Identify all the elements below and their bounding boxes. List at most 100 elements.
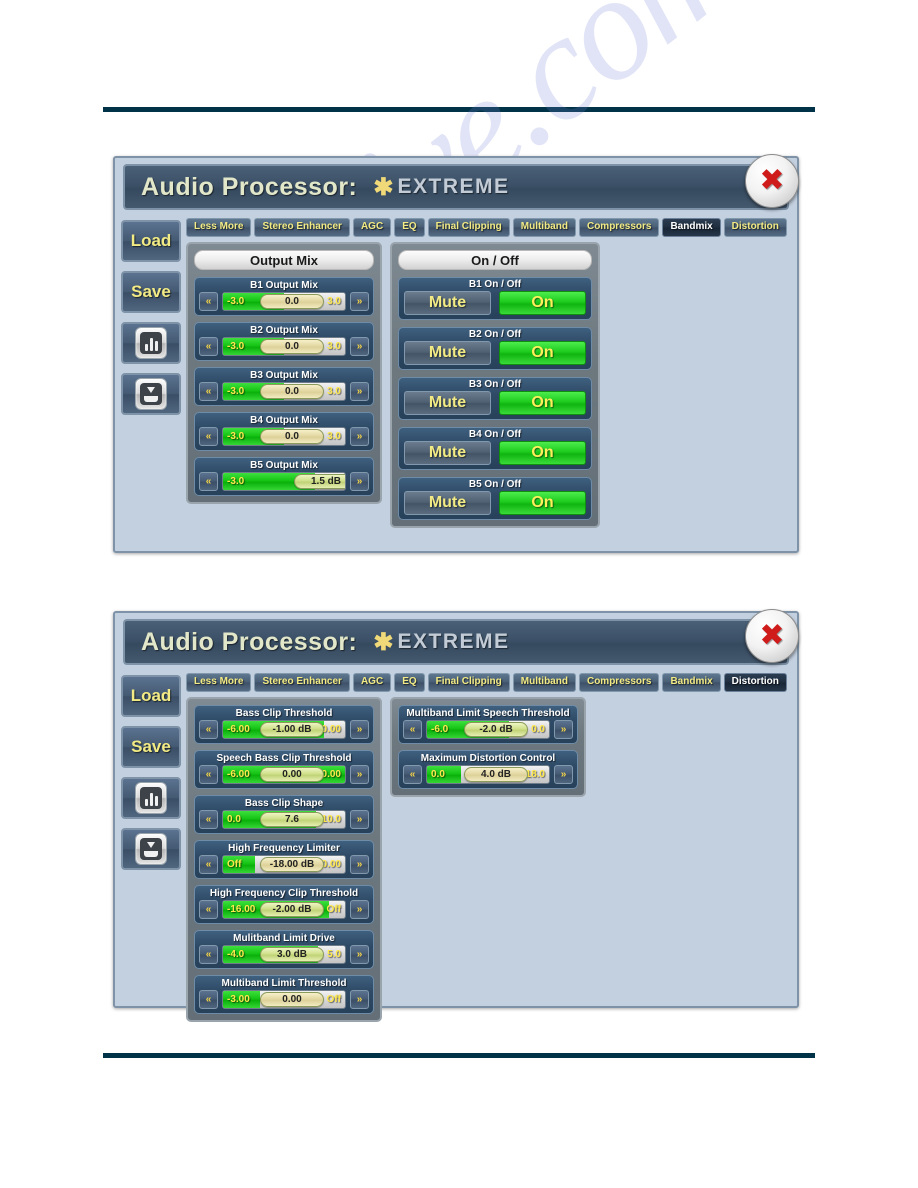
slider-thumb[interactable]: 0.0 — [260, 429, 324, 444]
tab-stereo-enhancer[interactable]: Stereo Enhancer — [254, 673, 350, 692]
slider-thumb[interactable]: 0.00 — [260, 992, 324, 1007]
chart-button[interactable] — [121, 322, 181, 364]
decrement-button[interactable]: « — [199, 765, 218, 784]
on-button[interactable]: On — [499, 291, 586, 315]
mute-button[interactable]: Mute — [404, 341, 491, 365]
export-button[interactable] — [121, 373, 181, 415]
chart-button[interactable] — [121, 777, 181, 819]
slider-thumb[interactable]: 1.5 dB — [294, 474, 345, 489]
increment-button[interactable]: » — [350, 765, 369, 784]
slider-thumb[interactable]: 0.00 — [260, 767, 324, 782]
tab-eq[interactable]: EQ — [394, 673, 425, 692]
decrement-button[interactable]: « — [199, 292, 218, 311]
slider-thumb[interactable]: 0.0 — [260, 294, 324, 309]
tab-compressors[interactable]: Compressors — [578, 673, 660, 692]
on-button[interactable]: On — [499, 341, 586, 365]
tab-bandmix[interactable]: Bandmix — [662, 218, 721, 237]
tab-less-more[interactable]: Less More — [186, 673, 252, 692]
decrement-button[interactable]: « — [199, 900, 218, 919]
decrement-button[interactable]: « — [199, 855, 218, 874]
slider-thumb[interactable]: -2.00 dB — [260, 902, 324, 917]
slider-track[interactable]: 0.0 10.0 7.6 — [222, 810, 346, 829]
save-button[interactable]: Save — [121, 271, 181, 313]
slider-track[interactable]: -6.00 0.00 -1.00 dB — [222, 720, 346, 739]
mute-button[interactable]: Mute — [404, 391, 491, 415]
slider-track[interactable]: -3.0 3.0 0.0 — [222, 382, 346, 401]
tab-compressors[interactable]: Compressors — [578, 218, 660, 237]
slider-track[interactable]: Off 0.00 -18.00 dB — [222, 855, 346, 874]
decrement-button[interactable]: « — [199, 810, 218, 829]
increment-button[interactable]: » — [554, 720, 573, 739]
export-button[interactable] — [121, 828, 181, 870]
tab-bandmix[interactable]: Bandmix — [662, 673, 721, 692]
slider-track[interactable]: -6.0 0.0 -2.0 dB — [426, 720, 550, 739]
slider-track[interactable]: 0.0 18.0 4.0 dB — [426, 765, 550, 784]
tab-less-more[interactable]: Less More — [186, 218, 252, 237]
slider-track[interactable]: -6.00 0.00 0.00 — [222, 765, 346, 784]
tab-final-clipping[interactable]: Final Clipping — [427, 673, 510, 692]
close-button[interactable]: ✖ — [745, 154, 799, 208]
slider-track[interactable]: -3.0 3.0 0.0 — [222, 337, 346, 356]
decrement-button[interactable]: « — [199, 382, 218, 401]
slider-thumb[interactable]: 0.0 — [260, 339, 324, 354]
increment-button[interactable]: » — [350, 472, 369, 491]
mute-button[interactable]: Mute — [404, 291, 491, 315]
slider-track[interactable]: -4.0 5.0 3.0 dB — [222, 945, 346, 964]
increment-button[interactable]: » — [554, 765, 573, 784]
slider-thumb[interactable]: -18.00 dB — [260, 857, 324, 872]
load-button[interactable]: Load — [121, 220, 181, 262]
slider-thumb[interactable]: 3.0 dB — [260, 947, 324, 962]
tab-multiband[interactable]: Multiband — [512, 218, 576, 237]
on-button[interactable]: On — [499, 491, 586, 515]
decrement-button[interactable]: « — [403, 765, 422, 784]
increment-button[interactable]: » — [350, 337, 369, 356]
increment-button[interactable]: » — [350, 720, 369, 739]
increment-button[interactable]: » — [350, 427, 369, 446]
increment-button[interactable]: » — [350, 855, 369, 874]
slider-thumb[interactable]: 0.0 — [260, 384, 324, 399]
increment-button[interactable]: » — [350, 945, 369, 964]
increment-button[interactable]: » — [350, 810, 369, 829]
increment-button[interactable]: » — [350, 900, 369, 919]
slider-track[interactable]: -3.03.01.5 dB — [222, 472, 346, 491]
load-button[interactable]: Load — [121, 675, 181, 717]
increment-button[interactable]: » — [350, 292, 369, 311]
decrement-button[interactable]: « — [199, 337, 218, 356]
decrement-button[interactable]: « — [199, 945, 218, 964]
close-button[interactable]: ✖ — [745, 609, 799, 663]
decrement-button[interactable]: « — [199, 990, 218, 1009]
slider-thumb[interactable]: -1.00 dB — [260, 722, 324, 737]
slider-label: B2 Output Mix — [250, 325, 318, 336]
slider-track[interactable]: -3.0 3.0 0.0 — [222, 427, 346, 446]
save-button[interactable]: Save — [121, 726, 181, 768]
slider-thumb[interactable]: 4.0 dB — [464, 767, 528, 782]
decrement-button[interactable]: « — [199, 472, 218, 491]
tab-final-clipping[interactable]: Final Clipping — [427, 218, 510, 237]
slider-track[interactable]: -16.00 Off -2.00 dB — [222, 900, 346, 919]
tab-distortion[interactable]: Distortion — [723, 673, 787, 692]
decrement-button[interactable]: « — [199, 427, 218, 446]
mute-button[interactable]: Mute — [404, 491, 491, 515]
tab-distortion[interactable]: Distortion — [723, 218, 787, 237]
tab-agc[interactable]: AGC — [352, 218, 392, 237]
decrement-button[interactable]: « — [199, 720, 218, 739]
tab-agc[interactable]: AGC — [352, 673, 392, 692]
on-button[interactable]: On — [499, 391, 586, 415]
onoff-label: B1 On / Off — [468, 279, 522, 290]
tab-stereo-enhancer[interactable]: Stereo Enhancer — [254, 218, 350, 237]
sidebar: Load Save — [121, 673, 181, 1022]
tab-eq[interactable]: EQ — [394, 218, 425, 237]
increment-button[interactable]: » — [350, 990, 369, 1009]
on-button[interactable]: On — [499, 441, 586, 465]
slider-thumb[interactable]: -2.0 dB — [464, 722, 528, 737]
slider-track[interactable]: -3.0 3.0 0.0 — [222, 292, 346, 311]
mute-button[interactable]: Mute — [404, 441, 491, 465]
slider-track[interactable]: -3.00 Off 0.00 — [222, 990, 346, 1009]
onoff-control: B5 On / Off Mute On — [398, 477, 592, 520]
increment-button[interactable]: » — [350, 382, 369, 401]
tab-multiband[interactable]: Multiband — [512, 673, 576, 692]
slider-line: « -3.0 3.0 0.0 » — [199, 382, 369, 401]
slider-line: « -6.00 0.00 0.00 » — [199, 765, 369, 784]
slider-thumb[interactable]: 7.6 — [260, 812, 324, 827]
decrement-button[interactable]: « — [403, 720, 422, 739]
